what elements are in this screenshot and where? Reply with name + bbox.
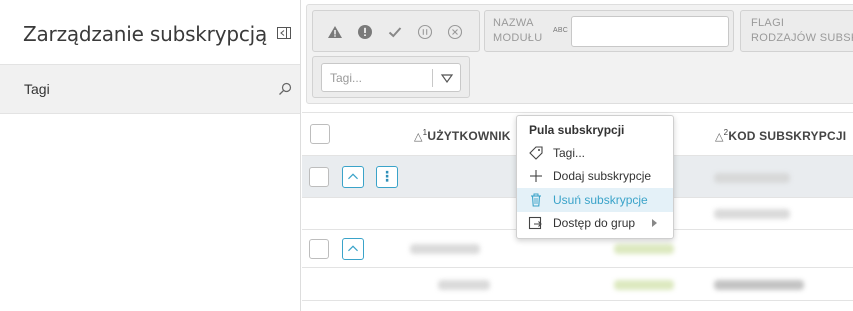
redacted-subscription-code: [714, 209, 790, 219]
column-label: UŻYTKOWNIK: [427, 129, 511, 143]
row-checkbox[interactable]: [309, 167, 329, 187]
subscription-type-flags-filter: FLAGI RODZAJÓW SUBSK: [740, 10, 853, 52]
collapse-sidebar-icon[interactable]: [277, 27, 291, 39]
sidebar: Zarządzanie subskrypcją Tagi: [0, 0, 301, 311]
sort-asc-icon: △: [715, 131, 724, 143]
module-name-filter: NAZWA MODUŁU ABC: [484, 10, 734, 52]
row-checkbox[interactable]: [309, 239, 329, 259]
trash-icon: [531, 193, 541, 207]
redacted-status: [614, 280, 674, 290]
redacted-subscription-code: [714, 173, 790, 183]
search-icon[interactable]: [278, 82, 292, 96]
check-icon[interactable]: [387, 24, 403, 40]
page-title: Zarządzanie subskrypcją: [23, 22, 268, 46]
error-icon[interactable]: [357, 24, 373, 40]
tags-filter-group: Tagi...: [312, 56, 470, 98]
menu-item-label: Usuń subskrypcje: [553, 193, 648, 207]
pause-icon[interactable]: [417, 24, 433, 40]
sidebar-item-tags[interactable]: Tagi: [0, 64, 300, 114]
collapse-row-icon[interactable]: [342, 238, 364, 260]
menu-item-group-access[interactable]: Dostęp do grup: [517, 211, 673, 235]
column-header-user[interactable]: △1UŻYTKOWNIK: [414, 128, 511, 143]
menu-item-tags[interactable]: Tagi...: [517, 141, 673, 165]
module-name-label-line2: MODUŁU: [493, 32, 543, 44]
row-actions-button[interactable]: ⋮: [376, 166, 398, 188]
table-row[interactable]: [302, 301, 853, 311]
context-menu: Pula subskrypcji Tagi... Dodaj subskrypc…: [516, 115, 674, 239]
sidebar-item-label: Tagi: [24, 81, 50, 97]
menu-title: Pula subskrypcji: [529, 123, 625, 137]
menu-item-add-subscriptions[interactable]: Dodaj subskrypcje: [517, 164, 673, 188]
flags-label-line1: FLAGI: [751, 17, 785, 29]
sort-asc-icon: △: [414, 131, 423, 143]
collapse-row-icon[interactable]: [342, 166, 364, 188]
tags-select[interactable]: Tagi...: [321, 63, 461, 92]
table-row[interactable]: [302, 268, 853, 301]
menu-item-label: Dostęp do grup: [553, 216, 636, 230]
tags-divider: [432, 69, 433, 87]
menu-item-label: Dodaj subskrypcje: [553, 169, 652, 183]
warning-icon[interactable]: [327, 24, 343, 40]
cancel-icon[interactable]: [447, 24, 463, 40]
abc-icon: ABC: [553, 27, 568, 34]
module-name-label-line1: NAZWA: [493, 17, 534, 29]
menu-item-label: Tagi...: [553, 146, 586, 160]
chevron-down-icon[interactable]: [440, 71, 454, 85]
tag-icon: [529, 146, 543, 160]
column-label: KOD SUBSKRYPCJI: [728, 129, 847, 143]
flags-label: FLAGI RODZAJÓW SUBSK: [751, 16, 853, 46]
redacted-subscription-code: [714, 280, 804, 290]
redacted-status: [614, 244, 674, 254]
menu-item-remove-subscriptions[interactable]: Usuń subskrypcje: [517, 188, 673, 212]
column-header-subscription-code[interactable]: △2KOD SUBSKRYPCJI: [715, 128, 846, 143]
submenu-arrow-icon: [652, 219, 657, 227]
share-icon: [528, 216, 542, 230]
plus-icon: [530, 170, 542, 182]
flags-label-line2: RODZAJÓW SUBSK: [751, 32, 853, 44]
redacted-user: [438, 280, 490, 290]
tags-placeholder: Tagi...: [330, 71, 363, 85]
status-filter-group: [312, 10, 480, 52]
module-name-input[interactable]: [571, 16, 729, 47]
module-name-label: NAZWA MODUŁU: [493, 16, 542, 46]
redacted-user: [410, 244, 480, 254]
select-all-checkbox[interactable]: [310, 124, 330, 144]
